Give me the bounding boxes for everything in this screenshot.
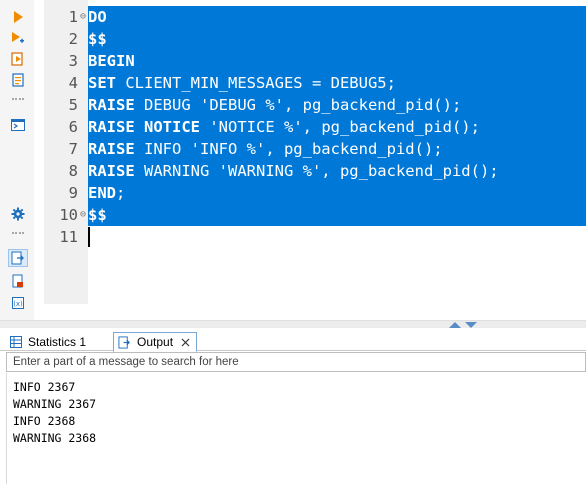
export-button[interactable] bbox=[8, 272, 28, 290]
output-icon bbox=[118, 335, 131, 349]
result-tabs: Statistics 1 Output bbox=[0, 329, 586, 352]
close-icon[interactable] bbox=[181, 338, 190, 347]
sql-keyword: END bbox=[88, 184, 116, 202]
code-line[interactable]: 10 ⊖ $$ bbox=[34, 204, 586, 226]
code-text: END; bbox=[88, 182, 125, 204]
execute-script-icon bbox=[11, 52, 23, 66]
code-text: RAISE WARNING 'WARNING %', pg_backend_pi… bbox=[88, 160, 499, 182]
maximize-editor-arrow[interactable] bbox=[449, 322, 461, 328]
line-number: 2 bbox=[68, 30, 78, 48]
console-icon bbox=[11, 119, 25, 131]
output-panel-button[interactable] bbox=[8, 249, 28, 267]
toolbar-separator bbox=[12, 98, 24, 102]
explain-plan-button[interactable] bbox=[8, 71, 28, 89]
execute-step-icon bbox=[12, 32, 24, 43]
sql-keyword: RAISE bbox=[88, 96, 135, 114]
code-text: RAISE INFO 'INFO %', pg_backend_pid(); bbox=[88, 138, 443, 160]
tab-output[interactable]: Output bbox=[113, 332, 198, 352]
maximize-output-arrow[interactable] bbox=[465, 322, 477, 328]
sql-text: 'NOTICE %', pg_backend_pid(); bbox=[200, 118, 480, 136]
fold-toggle-icon[interactable]: ⊖ bbox=[78, 210, 88, 220]
line-number: 6 bbox=[68, 118, 78, 136]
svg-text:(x): (x) bbox=[13, 300, 23, 308]
variables-button[interactable]: (x) bbox=[8, 294, 28, 312]
code-text: RAISE DEBUG 'DEBUG %', pg_backend_pid(); bbox=[88, 94, 461, 116]
line-number: 8 bbox=[68, 162, 78, 180]
sql-keyword: DO bbox=[88, 8, 107, 26]
code-line[interactable]: 9 END; bbox=[34, 182, 586, 204]
tab-output-label: Output bbox=[137, 335, 174, 349]
variables-icon: (x) bbox=[12, 297, 24, 309]
grid-icon bbox=[10, 336, 22, 348]
sql-text: ; bbox=[116, 184, 126, 202]
text-caret bbox=[88, 227, 90, 247]
code-line[interactable]: 7 RAISE INFO 'INFO %', pg_backend_pid(); bbox=[34, 138, 586, 160]
sql-keyword: NOTICE bbox=[144, 118, 201, 136]
code-line[interactable]: 1 ⊖ DO bbox=[34, 6, 586, 28]
code-text: SET CLIENT_MIN_MESSAGES = DEBUG5; bbox=[88, 72, 396, 94]
execute-icon bbox=[14, 11, 23, 23]
code-line[interactable]: 11 bbox=[34, 226, 586, 248]
editor-toolbar: (x) bbox=[0, 0, 34, 320]
line-number: 7 bbox=[68, 140, 78, 158]
toolbar-separator bbox=[12, 232, 24, 236]
sql-text: DEBUG 'DEBUG %', pg_backend_pid(); bbox=[134, 96, 462, 114]
sql-text: WARNING 'WARNING %', pg_backend_pid(); bbox=[134, 162, 499, 180]
splitter-arrows bbox=[449, 321, 489, 329]
sql-text: INFO 'INFO %', pg_backend_pid(); bbox=[134, 140, 443, 158]
code-text: $$ bbox=[88, 28, 107, 50]
line-number: 11 bbox=[59, 228, 78, 246]
output-message-line: INFO 2368 bbox=[13, 414, 76, 428]
code-text: BEGIN bbox=[88, 50, 135, 72]
sql-keyword: $$ bbox=[88, 206, 107, 224]
message-search-box bbox=[6, 352, 586, 372]
sql-keyword: $$ bbox=[88, 30, 107, 48]
message-search-input[interactable] bbox=[7, 353, 585, 371]
line-number: 3 bbox=[68, 52, 78, 70]
sql-keyword: RAISE bbox=[88, 140, 135, 158]
fold-toggle-icon[interactable]: ⊖ bbox=[78, 12, 88, 22]
sql-keyword: RAISE bbox=[88, 162, 135, 180]
sql-keyword: BEGIN bbox=[88, 52, 135, 70]
output-message-line: WARNING 2367 bbox=[13, 397, 97, 411]
settings-button[interactable] bbox=[8, 205, 28, 223]
output-message-line: WARNING 2368 bbox=[13, 431, 97, 445]
code-line[interactable]: 2 $$ bbox=[34, 28, 586, 50]
sql-text: CLIENT_MIN_MESSAGES = DEBUG5; bbox=[116, 74, 396, 92]
line-number: 10 bbox=[59, 206, 78, 224]
code-text: $$ bbox=[88, 204, 107, 226]
export-icon bbox=[12, 274, 23, 288]
explain-plan-icon bbox=[12, 73, 24, 87]
execute-step-button[interactable] bbox=[8, 29, 28, 47]
tab-statistics[interactable]: Statistics 1 bbox=[6, 332, 92, 352]
code-text: DO bbox=[88, 6, 107, 28]
output-message-line: INFO 2367 bbox=[13, 380, 76, 394]
sql-editor-window: (x) 1 ⊖ DO 2 $$ 3 BEGIN 4 SET CLIENT_MIN_MESSAGE… bbox=[0, 0, 586, 484]
sql-keyword: SET bbox=[88, 74, 116, 92]
console-button[interactable] bbox=[8, 116, 28, 134]
sql-keyword: RAISE bbox=[88, 118, 135, 136]
code-line[interactable]: 4 SET CLIENT_MIN_MESSAGES = DEBUG5; bbox=[34, 72, 586, 94]
code-line[interactable]: 8 RAISE WARNING 'WARNING %', pg_backend_p… bbox=[34, 160, 586, 182]
output-panel-icon bbox=[11, 251, 24, 265]
output-messages: INFO 2367 WARNING 2367 INFO 2368 WARNING 23… bbox=[6, 373, 586, 484]
panel-splitter[interactable] bbox=[0, 320, 586, 328]
line-number: 1 bbox=[68, 8, 78, 26]
code-editor[interactable]: 1 ⊖ DO 2 $$ 3 BEGIN 4 SET CLIENT_MIN_MESSAGES = … bbox=[34, 0, 586, 304]
line-number: 5 bbox=[68, 96, 78, 114]
execute-button[interactable] bbox=[8, 8, 28, 26]
settings-gear-icon bbox=[11, 207, 25, 221]
line-number: 4 bbox=[68, 74, 78, 92]
line-number: 9 bbox=[68, 184, 78, 202]
tab-statistics-label: Statistics 1 bbox=[28, 335, 87, 349]
code-line[interactable]: 5 RAISE DEBUG 'DEBUG %', pg_backend_pid()… bbox=[34, 94, 586, 116]
code-text: RAISE NOTICE 'NOTICE %', pg_backend_pid(… bbox=[88, 116, 480, 138]
execute-script-button[interactable] bbox=[8, 50, 28, 68]
code-line[interactable]: 3 BEGIN bbox=[34, 50, 586, 72]
code-line[interactable]: 6 RAISE NOTICE 'NOTICE %', pg_backend_pid… bbox=[34, 116, 586, 138]
